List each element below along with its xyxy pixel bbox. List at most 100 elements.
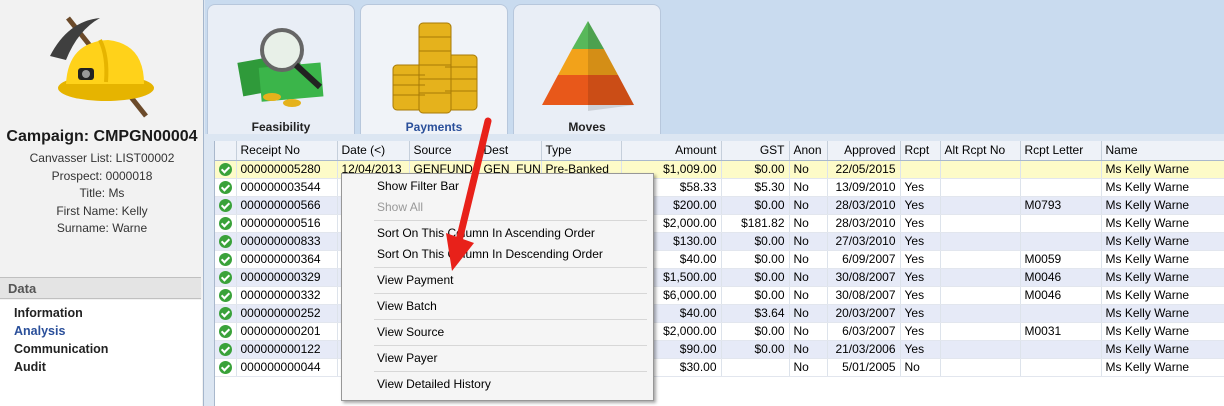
check-icon [218,163,232,177]
col-header-type[interactable]: Type [541,141,622,161]
cell-name: Ms Kelly Warne [1101,232,1224,251]
cell-name: Ms Kelly Warne [1101,286,1224,305]
cell-receipt-no: 000000005280 [236,160,338,179]
tab-payments[interactable]: Payments [360,4,508,134]
cell-gst [721,358,790,377]
cell-gst: $0.00 [721,232,790,251]
cell-rcpt-letter [1020,214,1102,233]
check-icon [218,253,232,267]
approved-check-icon [215,286,237,305]
cell-alt-rcpt-no [940,322,1021,341]
check-icon [218,343,232,357]
col-header-rcpt-letter[interactable]: Rcpt Letter [1020,141,1102,161]
tabs-bar: Feasibility Payments Moves [205,0,1224,134]
nav-item-communication[interactable]: Communication [14,340,188,358]
cell-gst: $0.00 [721,196,790,215]
cell-name: Ms Kelly Warne [1101,160,1224,179]
col-header-name[interactable]: Name [1101,141,1224,161]
cell-rcpt-letter: M0046 [1020,286,1102,305]
cell-receipt-no: 000000003544 [236,178,338,197]
col-header-date[interactable]: Date (<) [337,141,410,161]
cell-rcpt: Yes [900,286,941,305]
menu-item-sort-on-this-column-in-descending-order[interactable]: Sort On This Column In Descending Order [344,244,651,265]
cell-alt-rcpt-no [940,268,1021,287]
cell-anon: No [789,304,828,323]
col-header-receipt-no[interactable]: Receipt No [236,141,338,161]
cell-receipt-no: 000000000044 [236,358,338,377]
cell-approved: 28/03/2010 [827,214,901,233]
grid-header-row: Receipt No Date (<) Source Dest Type Amo… [215,141,1224,161]
cell-receipt-no: 000000000329 [236,268,338,287]
approved-check-icon [215,196,237,215]
cell-approved: 27/03/2010 [827,232,901,251]
cell-approved: 30/08/2007 [827,268,901,287]
money-magnifier-icon [237,28,324,107]
cell-gst: $181.82 [721,214,790,233]
cell-receipt-no: 000000000252 [236,304,338,323]
cell-rcpt-letter: M0031 [1020,322,1102,341]
coin-stacks-icon [392,22,478,114]
menu-item-view-detailed-history[interactable]: View Detailed History [344,374,651,395]
cell-approved: 20/03/2007 [827,304,901,323]
nav-item-analysis[interactable]: Analysis [14,322,188,340]
col-header-approved[interactable]: Approved [827,141,901,161]
cell-rcpt-letter [1020,178,1102,197]
prospect-info: Canvasser List: LIST00002 Prospect: 0000… [0,150,204,238]
col-header-rcpt[interactable]: Rcpt [900,141,941,161]
col-header-gst[interactable]: GST [721,141,790,161]
tab-label-payments: Payments [405,120,463,134]
first-name: First Name: Kelly [56,203,148,218]
cell-rcpt: Yes [900,196,941,215]
cell-anon: No [789,286,828,305]
tab-moves[interactable]: Moves [513,4,661,134]
col-header-dest[interactable]: Dest [479,141,542,161]
approved-check-icon [215,178,237,197]
menu-item-show-all: Show All [377,200,424,214]
cell-rcpt: Yes [900,304,941,323]
cell-rcpt-letter: M0793 [1020,196,1102,215]
menu-separator [374,345,647,346]
cell-gst: $0.00 [721,340,790,359]
menu-item-view-payment[interactable]: View Payment [344,270,651,291]
cell-gst: $3.64 [721,304,790,323]
approved-check-icon [215,268,237,287]
cell-receipt-no: 000000000122 [236,340,338,359]
col-header-alt-rcpt-no[interactable]: Alt Rcpt No [940,141,1021,161]
col-header-status[interactable] [215,141,237,161]
nav-item-information[interactable]: Information [14,304,188,322]
cell-approved: 30/08/2007 [827,286,901,305]
campaign-title: Campaign: CMPGN00004 [6,128,198,145]
menu-separator [374,293,647,294]
menu-item-show-filter-bar[interactable]: Show Filter Bar [344,176,651,197]
approved-check-icon [215,304,237,323]
cell-anon: No [789,322,828,341]
cell-rcpt-letter [1020,232,1102,251]
cell-anon: No [789,358,828,377]
cell-rcpt [900,160,941,179]
menu-item-view-payer[interactable]: View Payer [344,348,651,369]
cell-rcpt: Yes [900,178,941,197]
tab-feasibility[interactable]: Feasibility [207,4,355,134]
nav-item-audit[interactable]: Audit [14,358,188,376]
check-icon [218,235,232,249]
cell-anon: No [789,196,828,215]
cell-receipt-no: 000000000566 [236,196,338,215]
menu-item-view-source[interactable]: View Source [344,322,651,343]
menu-separator [374,319,647,320]
col-header-amount[interactable]: Amount [621,141,722,161]
cell-gst: $0.00 [721,286,790,305]
approved-check-icon [215,250,237,269]
prospect-id: Prospect: 0000018 [51,168,153,183]
cell-name: Ms Kelly Warne [1101,268,1224,287]
cell-name: Ms Kelly Warne [1101,196,1224,215]
col-header-source[interactable]: Source [409,141,480,161]
menu-item-sort-on-this-column-in-ascending-order[interactable]: Sort On This Column In Ascending Order [344,223,651,244]
cell-alt-rcpt-no [940,214,1021,233]
col-header-anon[interactable]: Anon [789,141,828,161]
cell-rcpt-letter [1020,340,1102,359]
cell-alt-rcpt-no [940,232,1021,251]
cell-name: Ms Kelly Warne [1101,358,1224,377]
menu-item-view-batch[interactable]: View Batch [344,296,651,317]
cell-approved: 6/09/2007 [827,250,901,269]
title: Title: Ms [79,186,125,200]
